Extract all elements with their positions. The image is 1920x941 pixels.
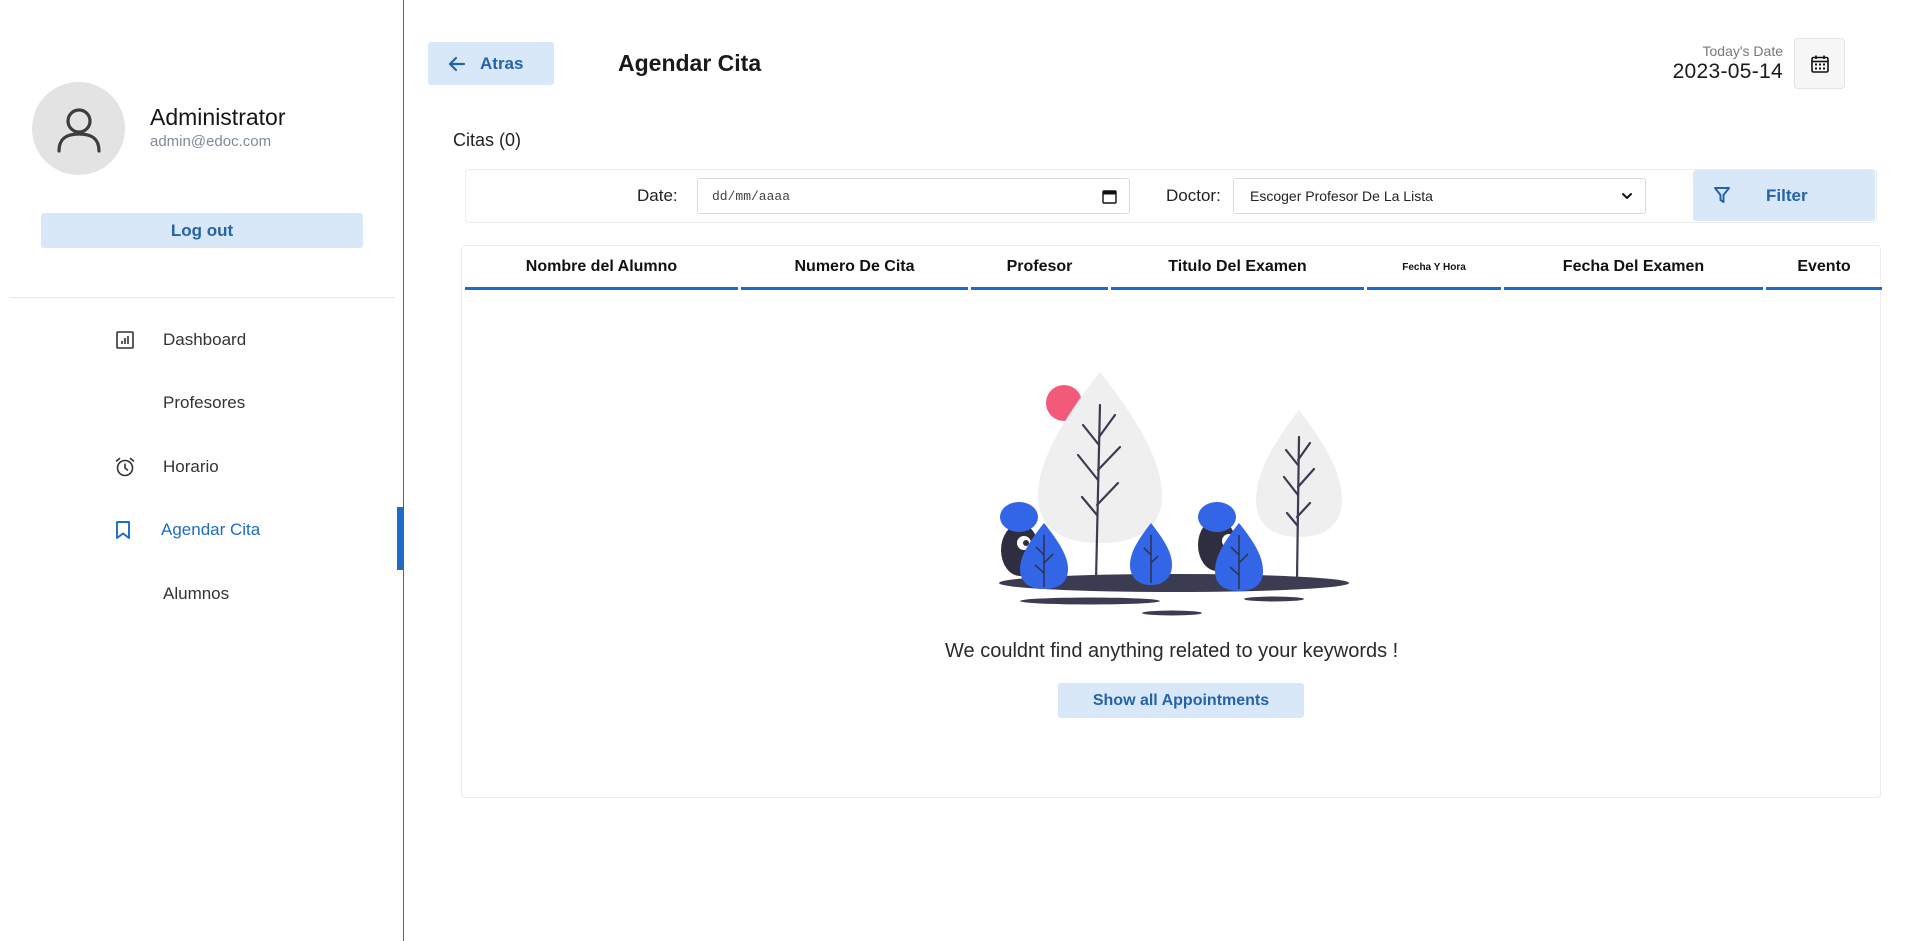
profile-card: Administrator admin@edoc.com [32,82,285,175]
sidebar-item-label: Alumnos [163,583,230,603]
doctor-select[interactable]: Escoger Profesor De La Lista [1233,178,1646,214]
chevron-down-icon [1622,193,1632,199]
filter-button[interactable]: Filter [1693,170,1875,221]
filter-button-label: Filter [1766,186,1808,205]
show-all-appointments-button[interactable]: Show all Appointments [1058,683,1304,718]
column-header[interactable]: Nombre del Alumno [465,258,738,290]
column-header[interactable]: Numero De Cita [741,258,968,290]
empty-state-message: We couldnt find anything related to your… [945,640,1399,662]
active-indicator [397,506,404,570]
doctor-filter-label: Doctor: [1166,186,1221,205]
sidebar-nav: Dashboard Profesores Horario Agendar Cit… [0,308,404,626]
sidebar-item-label: Agendar Cita [161,520,261,540]
page-title: Agendar Cita [618,50,762,76]
sidebar-item-dashboard[interactable]: Dashboard [0,308,404,372]
user-icon [56,107,101,153]
sidebar-divider [10,297,395,298]
date-filter-placeholder: dd/mm/aaaa [712,188,791,204]
logout-button[interactable]: Log out [41,213,363,248]
calendar-icon[interactable] [1102,189,1117,204]
alarm-clock-icon [113,455,137,479]
sidebar-item-horario[interactable]: Horario [0,435,404,499]
date-value: 2023-05-14 [1672,60,1783,83]
column-header[interactable]: Fecha Y Hora [1367,258,1501,290]
column-header[interactable]: Fecha Del Examen [1504,258,1763,290]
date-filter-label: Date: [637,186,678,205]
calendar-button[interactable] [1794,38,1845,89]
todays-date: Today's Date 2023-05-14 [1673,43,1783,84]
back-button[interactable]: Atras [428,42,554,85]
sidebar-item-label: Dashboard [163,329,247,349]
date-filter-input[interactable]: dd/mm/aaaa [697,178,1130,214]
empty-state-illustration [999,372,1349,616]
doctor-select-value: Escoger Profesor De La Lista [1250,188,1433,204]
dashboard-icon [113,328,137,352]
sidebar-item-alumnos[interactable]: Alumnos [0,562,404,626]
profile-email: admin@edoc.com [150,132,272,150]
back-button-label: Atras [480,53,524,73]
column-header[interactable]: Titulo Del Examen [1111,258,1364,290]
column-header[interactable]: Profesor [971,258,1108,290]
sidebar-item-label: Horario [163,456,219,476]
calendar-icon [1810,55,1829,73]
filter-icon [1714,187,1730,203]
citas-count-title: Citas (0) [453,130,522,150]
arrow-left-icon [448,56,466,71]
bookmark-icon [111,518,135,542]
date-label: Today's Date [1702,43,1784,59]
sidebar-item-agendar-cita[interactable]: Agendar Cita [0,499,404,570]
column-header[interactable]: Evento [1766,258,1882,290]
sidebar: Administrator admin@edoc.com Log out Das… [0,0,404,941]
avatar [32,82,125,175]
sidebar-item-label: Profesores [163,393,246,413]
profile-name: Administrator [150,103,286,130]
sidebar-item-profesores[interactable]: Profesores [0,372,404,436]
